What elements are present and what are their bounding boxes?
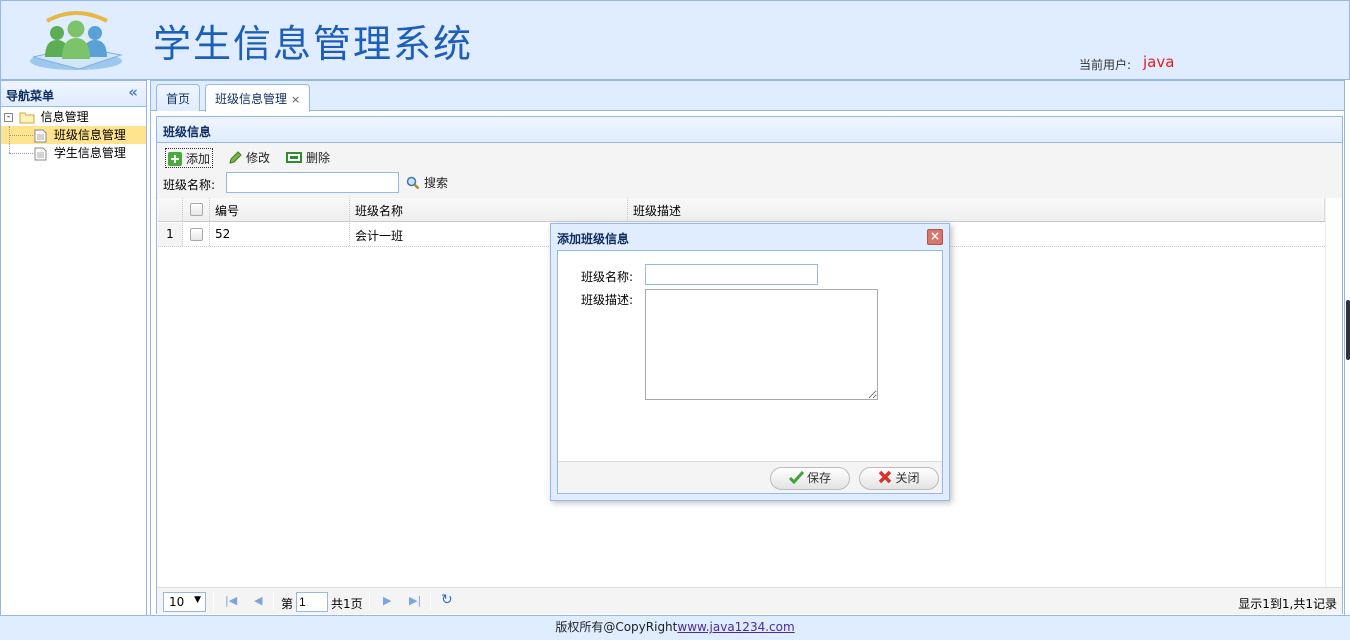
column-header-desc[interactable]: 班级描述 <box>628 198 1325 221</box>
class-name-field[interactable] <box>645 264 818 285</box>
grid-scroll-area <box>1325 198 1342 587</box>
grid-header: 编号 班级名称 班级描述 <box>158 198 1325 222</box>
page-size-select[interactable]: 10 ▼ <box>163 592 206 612</box>
class-desc-label: 班级描述: <box>581 293 634 307</box>
add-button[interactable]: 添加 <box>165 148 214 168</box>
row-checkbox[interactable] <box>190 228 203 241</box>
dialog-title: 添加班级信息 <box>557 232 630 246</box>
current-user-name: java <box>1143 53 1175 71</box>
tab-label: 班级信息管理 <box>215 92 288 106</box>
add-class-dialog: 添加班级信息 × 班级名称: 班级描述: 保存 关闭 <box>550 223 950 501</box>
double-chevron-left-icon[interactable]: « <box>128 83 138 101</box>
folder-icon <box>19 112 35 124</box>
add-label: 添加 <box>186 152 211 166</box>
app-title: 学生信息管理系统 <box>153 22 474 66</box>
class-desc-field[interactable] <box>645 289 878 400</box>
row-number: 1 <box>158 223 183 246</box>
chevron-down-icon: ▼ <box>194 595 201 605</box>
row-number-header <box>158 198 183 221</box>
class-name-search-input[interactable] <box>226 172 399 193</box>
last-page-icon[interactable]: ▶| <box>409 594 421 607</box>
save-button[interactable]: 保存 <box>770 467 850 490</box>
close-icon[interactable]: × <box>291 93 300 106</box>
app-header: 学生信息管理系统 当前用户: java <box>0 0 1350 80</box>
plus-icon <box>168 152 182 166</box>
users-logo-icon <box>30 11 123 70</box>
refresh-icon[interactable]: ↻ <box>441 592 453 608</box>
sidebar-item-label: 班级信息管理 <box>53 128 126 142</box>
dialog-body: 班级名称: 班级描述: 保存 关闭 <box>557 250 943 494</box>
red-x-icon <box>879 470 892 484</box>
page-prefix: 第 <box>281 597 294 611</box>
tree-collapse-icon[interactable]: - <box>4 113 13 122</box>
page-size-value: 10 <box>169 595 185 609</box>
delete-button[interactable]: 删除 <box>284 148 332 168</box>
tab-strip: 首页 班级信息管理 × <box>151 81 1344 112</box>
column-header-name[interactable]: 班级名称 <box>350 198 628 221</box>
dialog-header: 添加班级信息 × <box>557 224 943 250</box>
tab-label: 首页 <box>166 92 191 106</box>
delete-label: 删除 <box>306 151 331 165</box>
first-page-icon[interactable]: |◀ <box>225 594 237 607</box>
footer-link[interactable]: www.java1234.com <box>677 620 794 634</box>
sidebar-item-class-info[interactable]: 班级信息管理 <box>1 126 146 144</box>
close-icon[interactable]: × <box>927 229 943 245</box>
page-footer: 版权所有@CopyRightwww.java1234.com <box>0 615 1350 640</box>
select-all-checkbox[interactable] <box>190 203 203 216</box>
pager-summary: 显示1到1,共1记录 <box>1238 597 1337 611</box>
page-total: 共1页 <box>331 597 363 611</box>
tree-node-label: 信息管理 <box>40 110 89 124</box>
prev-page-icon[interactable]: ◀ <box>254 594 262 607</box>
column-header-id[interactable]: 编号 <box>210 198 350 221</box>
sidebar-item-student-info[interactable]: 学生信息管理 <box>1 144 146 162</box>
toolbar: 添加 修改 删除 班级名称: 搜索 <box>157 143 1342 199</box>
class-name-label: 班级名称: <box>581 270 634 284</box>
search-icon <box>406 176 420 190</box>
dialog-footer: 保存 关闭 <box>558 461 942 493</box>
select-all-cell <box>183 198 210 221</box>
scroll-handle[interactable] <box>1346 300 1350 360</box>
pager: 10 ▼ |◀ ◀ 第 共1页 ▶ ▶| ↻ 显示1到1,共1记录 <box>157 587 1342 614</box>
nav-title: 导航菜单 <box>6 89 55 103</box>
current-user-label: 当前用户: <box>1079 58 1132 72</box>
save-label: 保存 <box>806 471 831 485</box>
nav-panel: 导航菜单 « - 信息管理 班级信息管理 学生信息管理 <box>0 80 147 616</box>
cell-id: 52 <box>210 223 350 246</box>
edit-label: 修改 <box>246 151 271 165</box>
nav-header: 导航菜单 « <box>1 81 146 107</box>
file-icon <box>34 129 47 142</box>
tab-class-info[interactable]: 班级信息管理 × <box>205 84 311 112</box>
sidebar-item-label: 学生信息管理 <box>53 146 126 160</box>
search-button-label: 搜索 <box>424 176 449 190</box>
panel-title: 班级信息 <box>157 117 1342 143</box>
close-label: 关闭 <box>895 471 920 485</box>
pencil-icon <box>229 151 242 164</box>
edit-button[interactable]: 修改 <box>226 148 272 168</box>
checkmark-icon <box>788 470 805 485</box>
close-dialog-button[interactable]: 关闭 <box>859 467 939 490</box>
page-number-input[interactable] <box>296 592 328 612</box>
next-page-icon[interactable]: ▶ <box>383 594 391 607</box>
minus-icon <box>286 152 302 163</box>
search-button[interactable]: 搜索 <box>404 173 450 193</box>
tree-node-info-management[interactable]: - 信息管理 <box>1 108 146 126</box>
copyright-text: 版权所有@CopyRight <box>555 620 678 634</box>
tab-home[interactable]: 首页 <box>156 84 201 111</box>
file-icon <box>34 147 47 160</box>
row-select-cell <box>183 223 210 246</box>
search-label: 班级名称: <box>163 178 216 192</box>
